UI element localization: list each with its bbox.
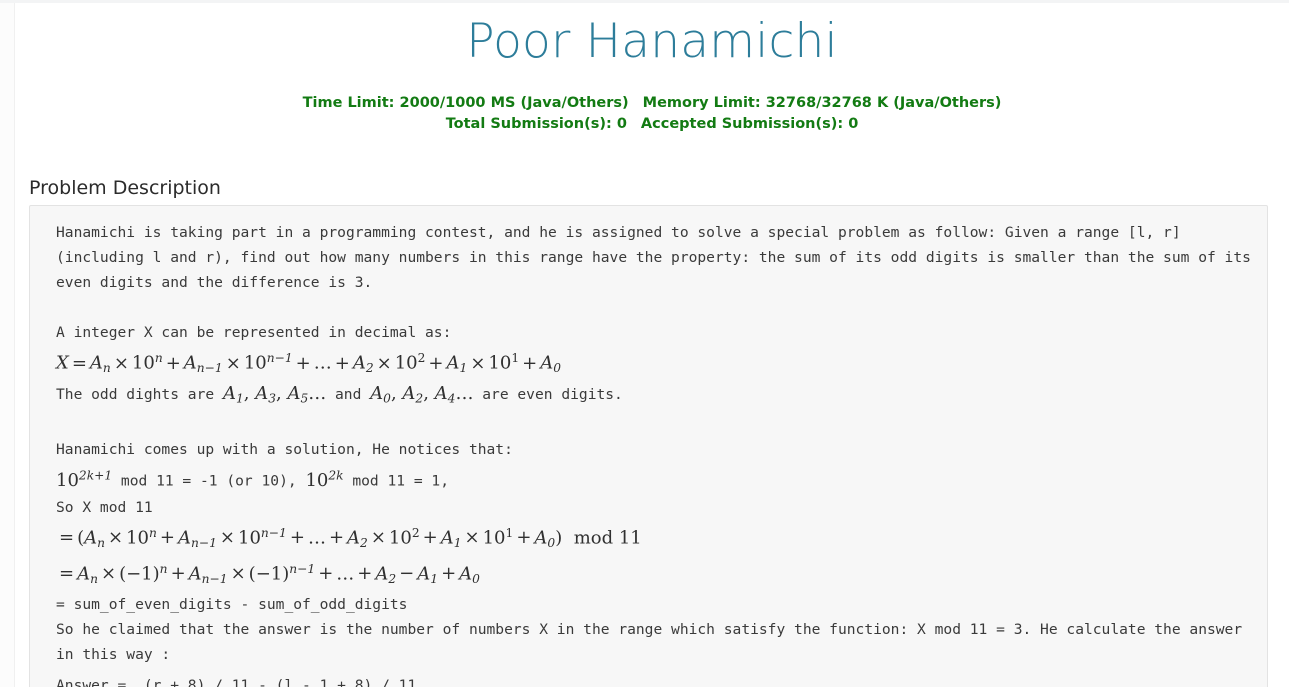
window-left-edge [0,3,15,687]
description-paragraph-1: Hanamichi is taking part in a programmin… [56,224,1260,292]
modulo-text-part1: mod 11 = -1 (or 10), [112,472,306,490]
meta-submissions-line: Total Submission(s): 0 Accepted Submissio… [15,114,1289,135]
derivation-line-2: = An × (−1)n + An−1 × (−1)n−1 +… + A2− A1 + A0 [59,561,480,586]
answer-formula-line: Answer = (r + 8) / 11 - (l - 1 + 8) / 11… [56,676,426,687]
total-submissions-text: Total Submission(s): 0 [445,116,627,133]
memory-limit-text: Memory Limit: 32768/32768 K (Java/Others… [642,95,1002,112]
modulo-text-part2: mod 11 = 1, [343,472,449,490]
power-10-even-math: 102k [305,467,344,491]
problem-description-panel: Hanamichi is taking part in a programmin… [29,205,1268,687]
accepted-submissions-text: Accepted Submission(s): 0 [640,116,859,133]
problem-description-heading: Problem Description [29,177,221,200]
time-limit-text: Time Limit: 2000/1000 MS (Java/Others) [302,95,629,112]
odd-even-digits-line: The odd dights are A1, A3, A5… and A0, A… [56,381,1267,411]
formula-decimal-representation: X = An × 10n + An−1 × 10n−1 +… + A2 × 102 + A1 × 101 + A0 [56,351,561,376]
odd-digits-prefix: The odd dights are [56,386,223,404]
so-x-mod-line: So X mod 11 [56,498,153,516]
modulo-property-line: 102k+1 mod 11 = -1 (or 10), 102k mod 11 … [56,462,1267,495]
problem-meta: Time Limit: 2000/1000 MS (Java/Others) Me… [15,93,1289,135]
odd-digits-suffix: are even digits. [473,386,623,404]
odd-digits-mid: and [326,386,371,404]
odd-digits-math: A1, A3, A5… [222,383,327,406]
solution-intro-line: Hanamichi comes up with a solution, He n… [56,440,513,458]
page-title: Poor Hanamichi [466,14,838,69]
even-digits-math: A0, A2, A4… [370,383,474,406]
power-10-odd-math: 102k+1 [56,467,113,491]
problem-page: Poor Hanamichi Time Limit: 2000/1000 MS … [15,3,1289,687]
meta-limits-line: Time Limit: 2000/1000 MS (Java/Others) Me… [15,93,1289,114]
derivation-line-1: = (An × 10n + An−1 × 10n−1 +… + A2 × 102 + A1 × 101 + A0) … [59,525,642,550]
claim-paragraph: So he claimed that the answer is the num… [56,620,1251,663]
decimal-representation-intro: A integer X can be represented in decima… [56,324,452,342]
derivation-line-3: = sum_of_even_digits - sum_of_odd_digits [56,595,408,613]
